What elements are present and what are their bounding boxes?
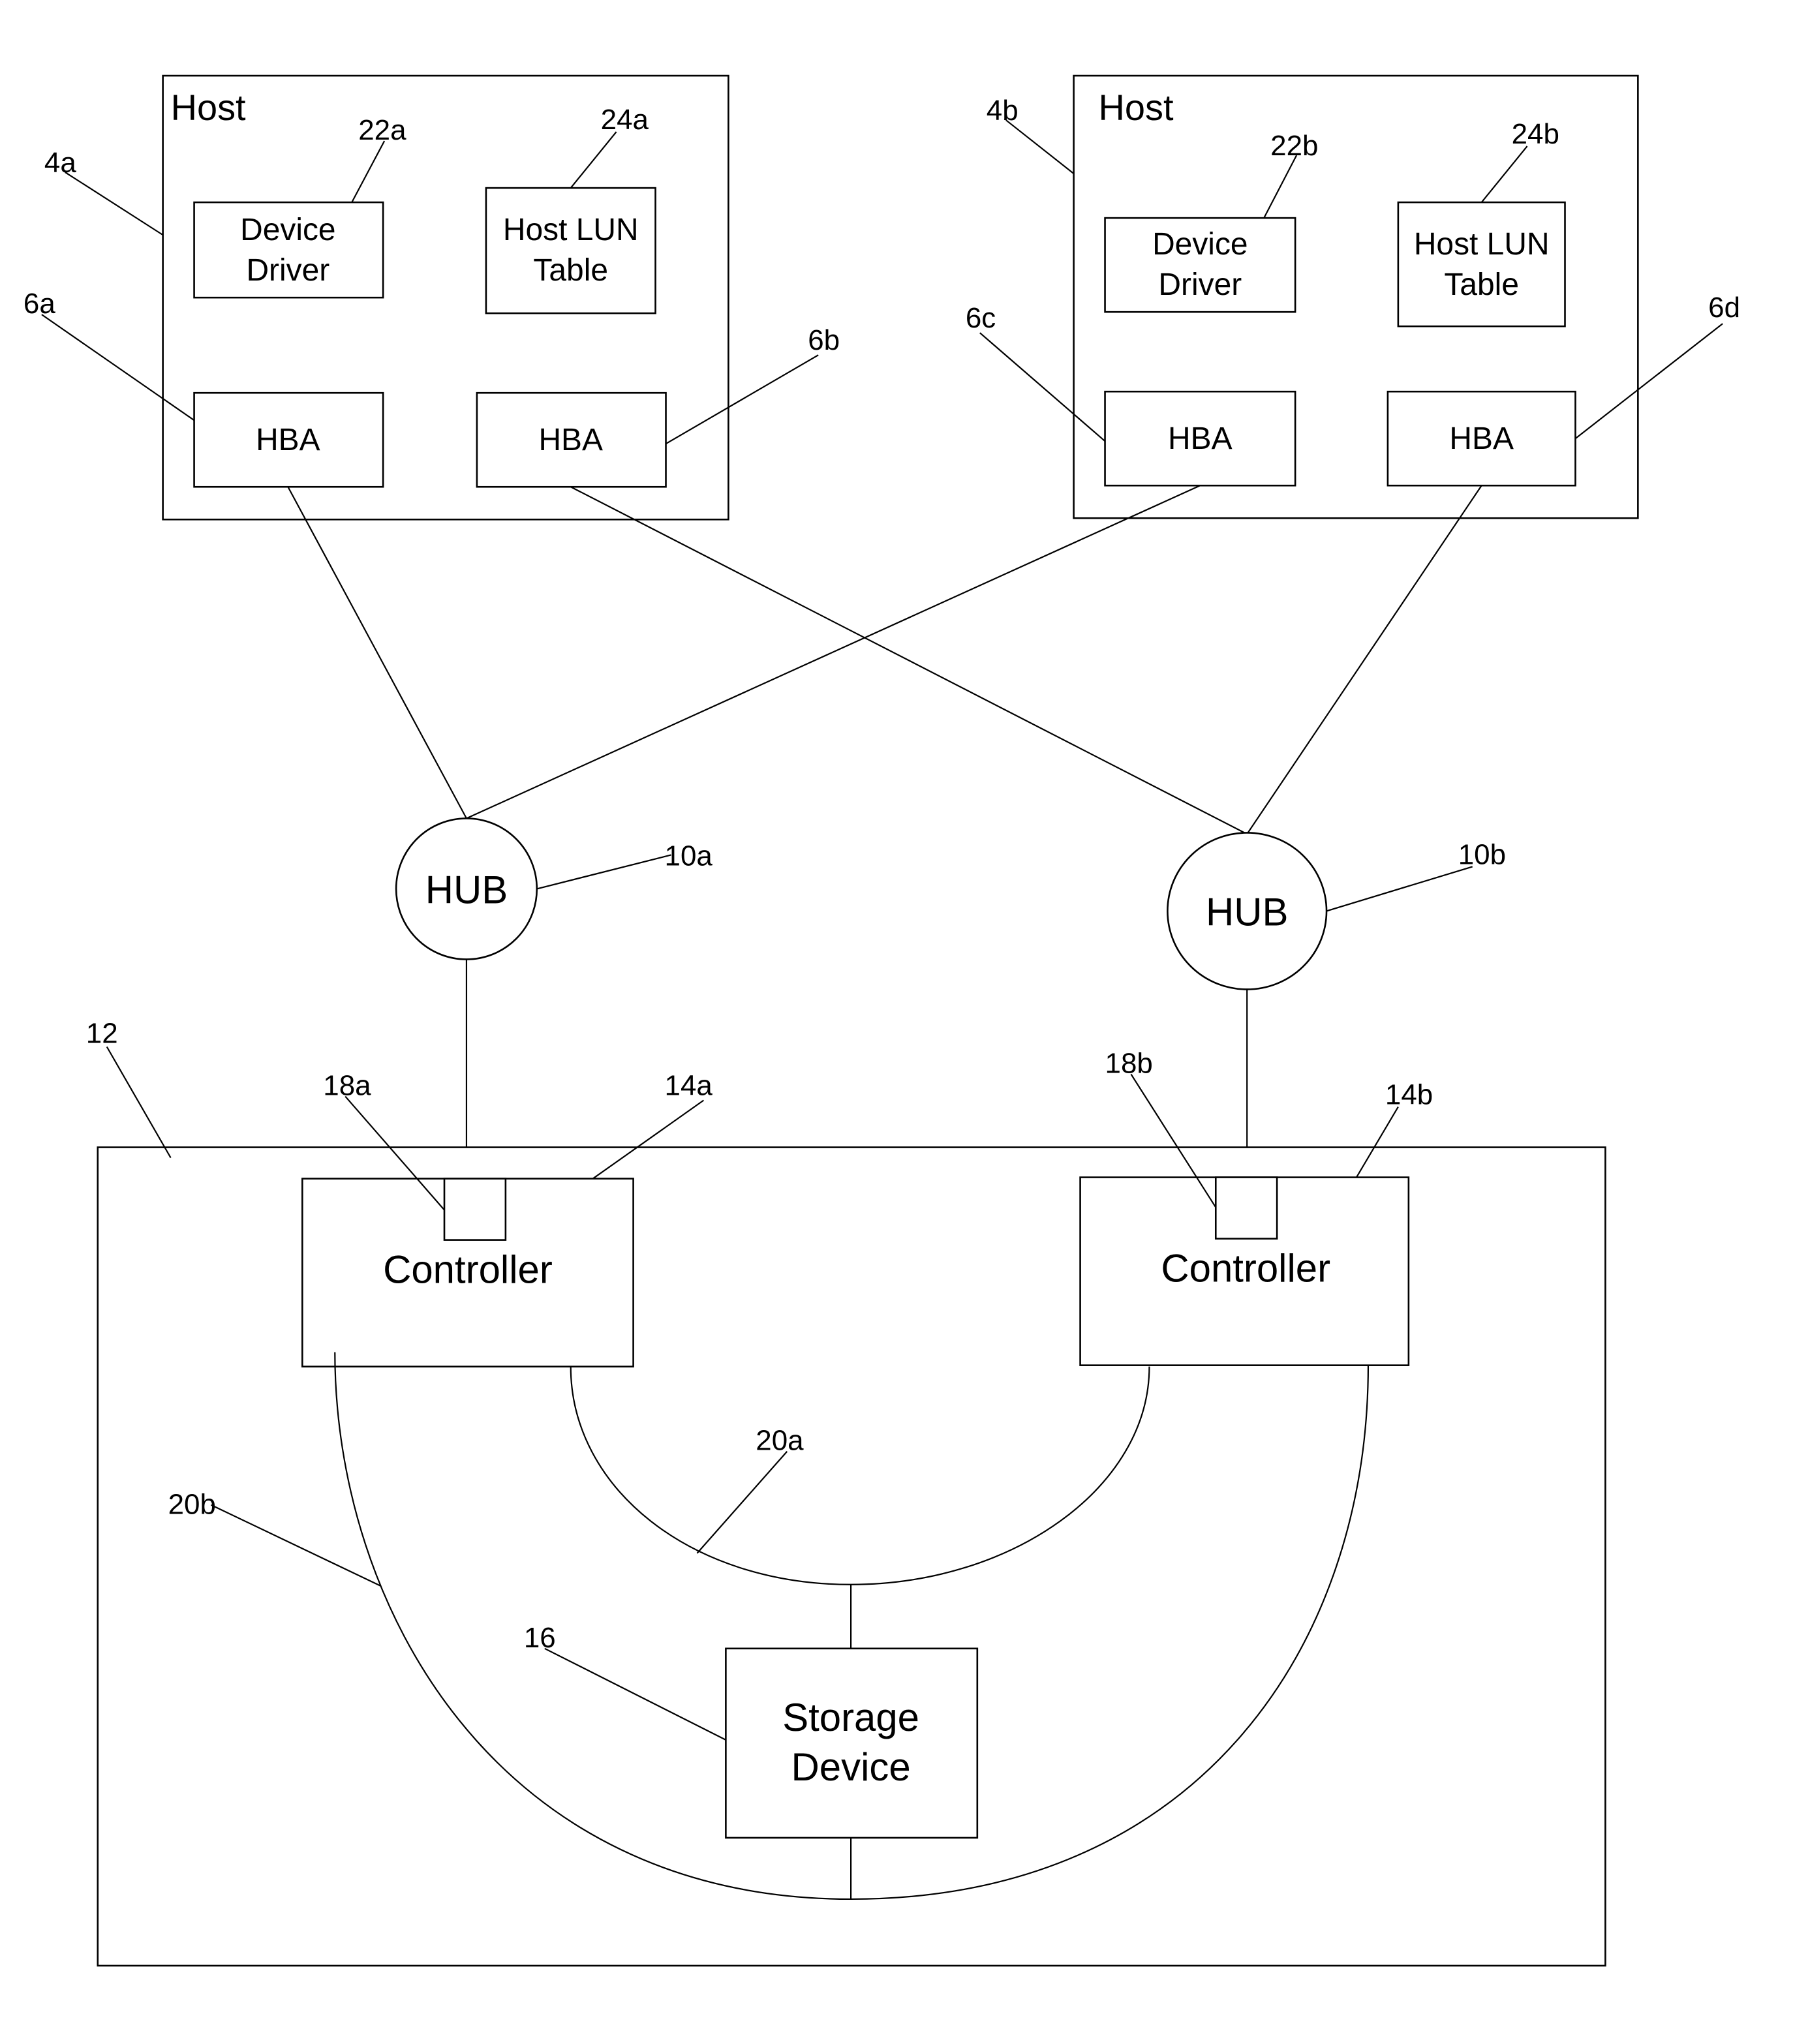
controller-14a: Controller [301, 1178, 634, 1367]
link-6a-to-hub-10a [287, 486, 467, 819]
leader-line-4b [1005, 119, 1075, 174]
link-6c-to-hub-10a [466, 485, 1201, 819]
ref-label-14b: 14b [1385, 1079, 1433, 1111]
ref-label-10a: 10a [665, 840, 713, 872]
ref-label-24a: 24a [601, 104, 649, 136]
leader-line-12 [106, 1046, 172, 1159]
ref-label-18a: 18a [323, 1070, 371, 1102]
hba-label-6d: HBA [1449, 421, 1514, 456]
device-driver-label-line2: Driver [1158, 267, 1242, 302]
ref-label-18b: 18b [1105, 1047, 1153, 1079]
ref-label-20a: 20a [756, 1425, 804, 1457]
ref-label-4a: 4a [44, 147, 76, 179]
ref-label-14a: 14a [665, 1070, 713, 1102]
host-title: Host [1099, 87, 1174, 128]
ref-label-6c: 6c [966, 302, 996, 334]
ref-label-10b: 10b [1458, 838, 1506, 870]
ref-label-16: 16 [524, 1622, 556, 1654]
ref-label-20b: 20b [168, 1489, 216, 1521]
host-lun-table-label-line1: Host LUN [503, 213, 639, 247]
host-4a: Host Device Driver Host LUN Table HBA HB… [162, 74, 729, 521]
host-title: Host [171, 87, 246, 128]
hub-label: HUB [1206, 890, 1288, 934]
host-lun-table-label-line1: Host LUN [1414, 227, 1550, 262]
link-6d-to-hub-10b [1246, 485, 1482, 835]
device-driver-label-line2: Driver [246, 253, 329, 288]
device-driver-label-line1: Device [240, 213, 335, 247]
ref-label-6a: 6a [23, 288, 55, 320]
leader-line-4a [65, 172, 164, 236]
controller-port-18b [1214, 1176, 1278, 1240]
hba-label-6c: HBA [1168, 421, 1233, 456]
hub-label: HUB [425, 868, 508, 911]
controller-label: Controller [383, 1248, 553, 1292]
ref-label-22b: 22b [1270, 130, 1318, 162]
storage-device-16: Storage Device [725, 1647, 979, 1839]
ref-label-12: 12 [86, 1017, 118, 1049]
hub-10b: HUB [1167, 832, 1328, 990]
leader-line-10b [1326, 866, 1473, 912]
hub-10a: HUB [395, 817, 538, 960]
device-driver-label-line1: Device [1152, 227, 1248, 262]
leader-line-10a [536, 854, 671, 890]
link-6b-to-hub-10b [570, 486, 1248, 835]
ref-label-6b: 6b [808, 324, 840, 356]
host-lun-table-label-line2: Table [1444, 267, 1519, 302]
storage-device-label-line2: Device [791, 1745, 911, 1789]
host-lun-table-box [485, 187, 656, 314]
controller-label: Controller [1161, 1247, 1330, 1290]
storage-device-label-line1: Storage [782, 1696, 919, 1739]
hba-label-6a: HBA [256, 423, 320, 457]
host-lun-table-label-line2: Table [533, 253, 608, 288]
controller-14b: Controller [1079, 1176, 1410, 1366]
ref-label-4b: 4b [987, 95, 1019, 127]
ref-label-6d: 6d [1708, 292, 1740, 324]
ref-label-24b: 24b [1512, 118, 1559, 150]
hba-label-6b: HBA [538, 423, 603, 457]
ref-label-22a: 22a [358, 114, 406, 146]
controller-port-18a [443, 1178, 507, 1241]
host-lun-table-box [1397, 201, 1566, 328]
storage-network-diagram: Host Device Driver Host LUN Table HBA HB… [23, 74, 1740, 1967]
storage-device-box [725, 1647, 979, 1839]
